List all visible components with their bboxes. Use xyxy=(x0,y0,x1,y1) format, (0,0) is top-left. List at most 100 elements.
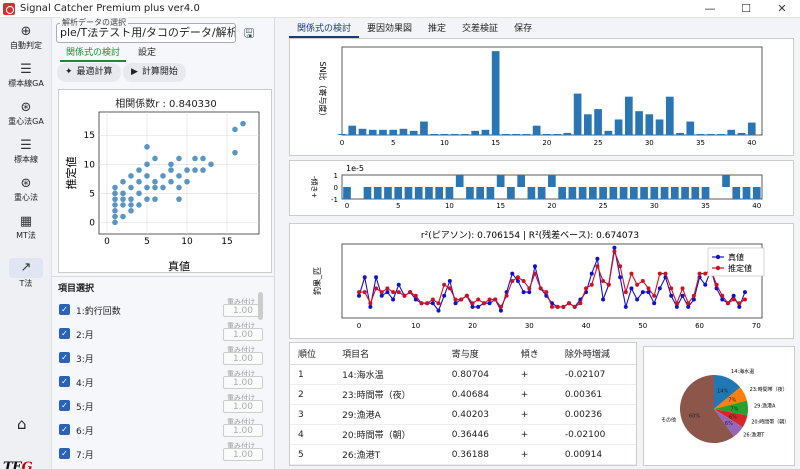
sn-bar xyxy=(440,133,449,135)
nav-centroid[interactable]: ⊛ 重心法 xyxy=(0,176,52,203)
series-point xyxy=(567,301,572,306)
scatter-point xyxy=(184,178,190,185)
series-point xyxy=(430,297,435,302)
slope-bar xyxy=(527,187,536,199)
checkbox[interactable]: ✓ xyxy=(59,352,70,363)
x-tick-label: 35 xyxy=(696,139,705,147)
slope-bar xyxy=(404,187,413,199)
scatter-point xyxy=(128,173,134,179)
cell-contribution: 0.40684 xyxy=(443,384,513,405)
slope-bar xyxy=(455,175,464,187)
series-point xyxy=(589,282,594,287)
tab-cross-validation[interactable]: 交差検証 xyxy=(454,19,506,38)
logo-accent: G xyxy=(21,460,33,469)
scatter-point xyxy=(176,196,182,202)
series-point xyxy=(703,271,708,276)
weight-input[interactable]: 1.00 xyxy=(223,328,263,341)
y-tick-label: 10 xyxy=(84,160,96,170)
col-exclusion[interactable]: 除外時増減 xyxy=(556,343,636,365)
x-tick-label: 15 xyxy=(221,237,232,247)
pie-label: 23:時間帯（夜） xyxy=(750,386,788,393)
weight-input[interactable]: 1.00 xyxy=(223,400,263,413)
item-label: 4:月 xyxy=(76,379,94,389)
series-point xyxy=(640,290,645,295)
pie-label: 29:漁港A xyxy=(754,403,776,410)
col-item[interactable]: 項目名 xyxy=(334,343,444,365)
col-rank[interactable]: 順位 xyxy=(290,343,335,365)
x-tick-label: 15 xyxy=(496,202,505,210)
series-point xyxy=(618,264,623,269)
scatter-point xyxy=(200,155,206,162)
series-point xyxy=(391,297,396,302)
scatter-point xyxy=(144,161,150,168)
checkbox[interactable]: ✓ xyxy=(59,400,70,411)
table-row[interactable]: 4 20:時間帯（朝） 0.36446 + -0.02100 xyxy=(290,424,636,445)
cell-contribution: 0.80704 xyxy=(443,364,513,385)
nav-sample-line-ga[interactable]: ☰ 標本線GA xyxy=(0,62,52,89)
weight-input[interactable]: 1.00 xyxy=(223,352,263,365)
slope-bar xyxy=(558,187,566,199)
table-row[interactable]: 1 14:海水温 0.80704 + -0.02107 xyxy=(290,364,636,385)
sn-bar xyxy=(727,129,736,135)
tab-save[interactable]: 保存 xyxy=(506,19,540,38)
col-slope[interactable]: 傾き xyxy=(512,343,557,365)
checkbox[interactable]: ✓ xyxy=(59,304,70,315)
col-contribution[interactable]: 寄与度 xyxy=(443,343,513,365)
home-icon[interactable]: ⌂ xyxy=(17,415,27,433)
tab-settings[interactable]: 設定 xyxy=(132,43,162,62)
checkbox[interactable]: ✓ xyxy=(59,376,70,387)
tab-relation-main[interactable]: 関係式の検討 xyxy=(289,19,360,38)
minimize-button[interactable]: — xyxy=(692,2,728,15)
maximize-button[interactable]: ☐ xyxy=(728,2,764,15)
nav-centroid-ga[interactable]: ⊛ 重心法GA xyxy=(0,100,52,127)
nav-mt[interactable]: ▦ MT法 xyxy=(0,214,52,241)
cell-exclusion: -0.02107 xyxy=(556,364,636,385)
table-row[interactable]: 3 29:漁港A 0.40203 +0.00236 xyxy=(290,404,636,425)
optimize-button[interactable]: ✦ 最適計算 xyxy=(57,63,121,82)
scatter-point xyxy=(128,202,134,208)
item-selection-heading: 項目選択 xyxy=(58,284,95,294)
sidebar: ⊕ 自動判定 ☰ 標本線GA ⊛ 重心法GA ☰ 標本線 ⊛ 重心法 ▦ MT法… xyxy=(0,18,52,469)
items-scrollbar[interactable] xyxy=(258,292,263,320)
series-point xyxy=(362,290,367,295)
checkbox[interactable]: ✓ xyxy=(59,328,70,339)
x-tick-label: 15 xyxy=(491,139,500,147)
tab-estimate[interactable]: 推定 xyxy=(420,19,454,38)
start-calc-button[interactable]: ▶ 計算開始 xyxy=(123,63,186,82)
close-button[interactable]: ✕ xyxy=(764,2,800,15)
weight-input[interactable]: 1.00 xyxy=(223,304,263,317)
cell-slope: + xyxy=(512,404,557,425)
series-point xyxy=(396,290,401,295)
table-header-row: 順位 項目名 寄与度 傾き 除外時増減 xyxy=(290,343,636,365)
series-point xyxy=(652,293,657,298)
nav-t-method[interactable]: ↗ T法 xyxy=(0,258,52,289)
tab-factor-effect[interactable]: 要因効果図 xyxy=(359,19,420,38)
series-point xyxy=(453,297,458,302)
scatter-point xyxy=(112,219,118,226)
series-point xyxy=(413,293,418,298)
checkbox[interactable]: ✓ xyxy=(59,448,70,459)
series-point xyxy=(470,301,475,306)
series-point xyxy=(504,293,509,298)
tab-relation[interactable]: 関係式の検討 xyxy=(60,43,127,62)
slope-bar xyxy=(466,187,474,199)
table-row[interactable]: 2 23:時間帯（夜） 0.40684 +0.00361 xyxy=(290,384,636,405)
scatter-point xyxy=(112,213,118,220)
cell-rank: 5 xyxy=(290,444,335,465)
checkbox[interactable]: ✓ xyxy=(59,424,70,435)
nav-sample-line[interactable]: ☰ 標本線 xyxy=(0,138,52,165)
save-file-icon[interactable]: 🖫 xyxy=(240,24,258,42)
weight-input[interactable]: 1.00 xyxy=(223,448,263,461)
item-row: ✓ 3:月 重み付け 1.00 xyxy=(59,346,269,369)
weight-input[interactable]: 1.00 xyxy=(223,376,263,389)
series-point xyxy=(635,282,640,287)
table-row[interactable]: 632:ロスト数0.34954+-0.04675 xyxy=(290,464,636,465)
series-point xyxy=(408,290,413,295)
item-row: ✓ 1:釣行回数 重み付け 1.00 xyxy=(59,298,269,321)
weight-input[interactable]: 1.00 xyxy=(223,424,263,437)
series-point xyxy=(652,301,657,306)
nav-auto-judge[interactable]: ⊕ 自動判定 xyxy=(0,24,52,51)
x-tick-label: 5 xyxy=(144,237,150,247)
y-tick-label: 0 xyxy=(89,218,95,228)
table-row[interactable]: 5 26:漁港T 0.36188 +0.00914 xyxy=(290,444,636,465)
